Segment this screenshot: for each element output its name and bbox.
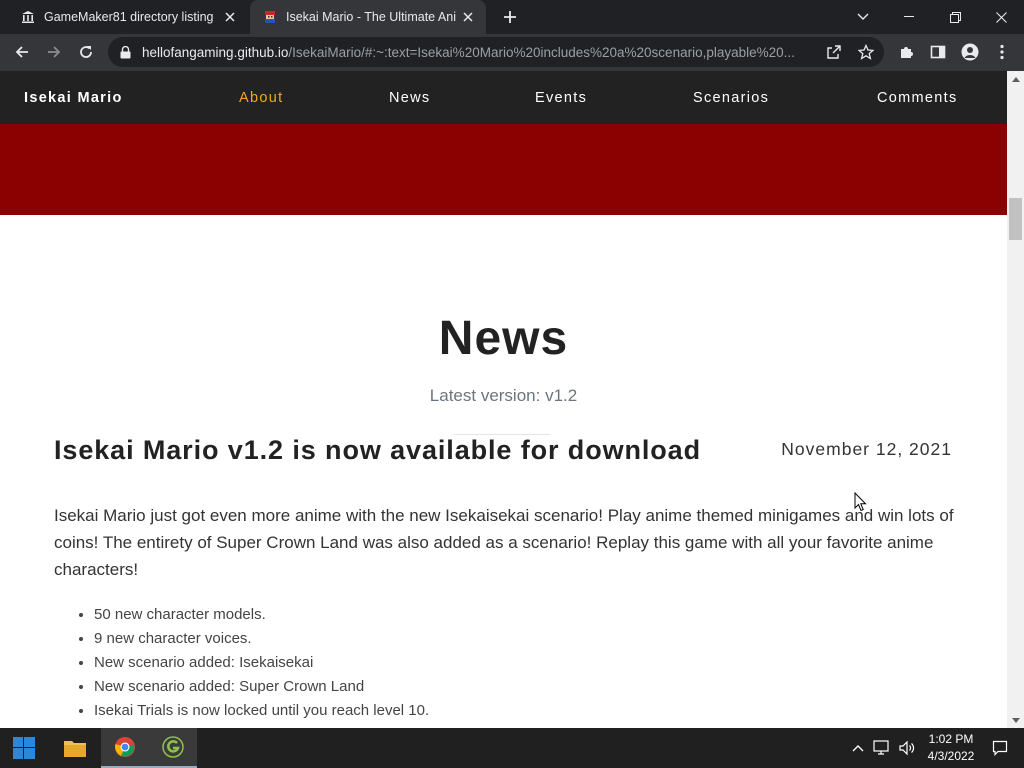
list-item: New scenario added: Isekaisekai [94, 651, 429, 675]
side-panel-icon[interactable] [924, 38, 952, 66]
tab-title: Isekai Mario - The Ultimate Anim [286, 10, 456, 24]
address-bar[interactable]: hellofangaming.github.io/IsekaiMario/#:~… [108, 37, 884, 67]
nav-link-comments[interactable]: Comments [877, 90, 958, 106]
reload-icon[interactable] [72, 38, 100, 66]
post-date: November 12, 2021 [781, 439, 952, 459]
share-icon[interactable] [822, 40, 846, 64]
scroll-up-arrow-icon[interactable] [1007, 73, 1024, 85]
nav-link-events[interactable]: Events [535, 90, 587, 106]
browser-toolbar: hellofangaming.github.io/IsekaiMario/#:~… [0, 34, 1024, 71]
site-favicon-icon [262, 9, 278, 25]
news-section-subheading: Latest version: v1.2 [429, 386, 578, 405]
list-item: 9 new character voices. [94, 627, 429, 651]
tab-gamemaker-directory[interactable]: GameMaker81 directory listing [8, 0, 248, 34]
museum-icon [20, 9, 36, 25]
page-viewport: Isekai Mario About News Events Scenarios… [0, 71, 1007, 728]
close-tab-icon[interactable] [218, 5, 242, 29]
close-tab-icon[interactable] [456, 5, 480, 29]
post-changelog-list: 50 new character models. 9 new character… [94, 603, 429, 723]
mouse-cursor-icon [854, 491, 867, 517]
gamemaker-taskbar-icon[interactable] [149, 728, 197, 768]
back-arrow-icon[interactable] [8, 38, 36, 66]
profile-avatar-icon[interactable] [956, 38, 984, 66]
nav-link-about[interactable]: About [239, 90, 283, 106]
list-item: Isekai Trials is now locked until you re… [94, 699, 429, 723]
url-path: /IsekaiMario/#:~:text=Isekai%20Mario%20i… [288, 44, 795, 60]
list-item: 50 new character models. [94, 603, 429, 627]
list-item: New scenario added: Super Crown Land [94, 675, 429, 699]
site-navbar: Isekai Mario About News Events Scenarios… [0, 71, 1007, 124]
forward-arrow-icon[interactable] [40, 38, 68, 66]
bookmark-star-icon[interactable] [854, 40, 878, 64]
nav-link-scenarios[interactable]: Scenarios [693, 90, 769, 106]
browser-tab-strip: GameMaker81 directory listing Isekai Mar… [0, 0, 1024, 34]
network-icon[interactable] [872, 738, 892, 758]
scrollbar-thumb[interactable] [1009, 198, 1022, 240]
close-window-icon[interactable] [978, 0, 1024, 34]
new-tab-icon[interactable] [498, 5, 522, 29]
url-text[interactable]: hellofangaming.github.io/IsekaiMario/#:~… [142, 45, 822, 60]
minimize-icon[interactable] [886, 0, 932, 34]
windows-taskbar: 1:02 PM 4/3/2022 [0, 728, 1024, 768]
news-section-heading: News [438, 312, 569, 365]
clock-time: 1:02 PM [928, 732, 974, 746]
scroll-down-arrow-icon[interactable] [1007, 714, 1024, 726]
extensions-puzzle-icon[interactable] [892, 38, 920, 66]
show-hidden-icons-chevron-icon[interactable] [848, 738, 868, 758]
notifications-icon[interactable] [990, 738, 1010, 758]
chrome-menu-icon[interactable] [988, 38, 1016, 66]
tab-search-chevron-icon[interactable] [840, 0, 886, 34]
tab-title: GameMaker81 directory listing [44, 10, 214, 24]
post-body: Isekai Mario just got even more anime wi… [54, 506, 954, 579]
site-brand-link[interactable]: Isekai Mario [24, 90, 123, 106]
taskbar-clock[interactable]: 1:02 PM 4/3/2022 [918, 731, 984, 765]
url-host: hellofangaming.github.io [142, 44, 289, 60]
hero-banner [0, 124, 1007, 215]
chrome-taskbar-icon[interactable] [101, 728, 149, 768]
post-title: Isekai Mario v1.2 is now available for d… [54, 435, 701, 465]
tab-isekai-mario[interactable]: Isekai Mario - The Ultimate Anim [250, 0, 486, 34]
volume-icon[interactable] [897, 738, 917, 758]
clock-date: 4/3/2022 [927, 749, 975, 763]
lock-icon[interactable] [120, 45, 134, 59]
page-scrollbar[interactable] [1007, 71, 1024, 728]
restore-icon[interactable] [932, 0, 978, 34]
nav-link-news[interactable]: News [389, 90, 430, 106]
windows-start-icon[interactable] [0, 728, 48, 768]
file-explorer-icon[interactable] [51, 728, 99, 768]
